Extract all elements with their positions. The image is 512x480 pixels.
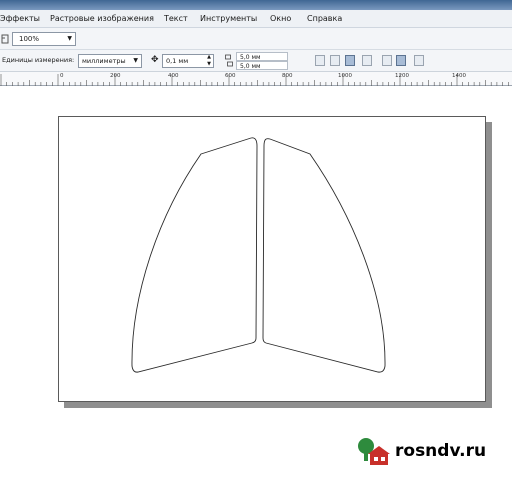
nudge-distance-value: 0,1 мм	[166, 57, 189, 65]
shapes-layer	[131, 137, 386, 373]
ruler-label: 400	[168, 73, 179, 79]
property-bar: Единицы измерения: миллиметры ▼ ✥ 0,1 мм…	[0, 50, 512, 72]
duplicate-distance-icon	[225, 54, 233, 67]
treat-as-filled-button[interactable]	[382, 55, 392, 66]
house-tree-logo-icon	[358, 438, 390, 465]
snap-objects-button[interactable]	[345, 55, 355, 66]
options-button[interactable]	[414, 55, 424, 66]
units-select[interactable]: миллиметры ▼	[78, 54, 142, 68]
duplicate-x-input[interactable]: 5,0 мм	[236, 52, 288, 61]
watermark-text: rosndv.ru	[395, 441, 487, 461]
menu-bitmaps[interactable]: Растровые изображения	[50, 13, 154, 25]
menu-window[interactable]: Окно	[270, 13, 291, 25]
zoom-level-select[interactable]: 100% ▼	[12, 32, 76, 46]
right-panel-shape[interactable]	[262, 138, 386, 373]
ruler-label: 1200	[395, 73, 409, 79]
menu-effects[interactable]: Эффекты	[0, 13, 40, 25]
drawing-canvas[interactable]	[0, 86, 512, 480]
left-panel-shape[interactable]	[131, 137, 258, 373]
ruler-label: 600	[225, 73, 236, 79]
spinner-icon[interactable]: ▲ ▼	[207, 54, 211, 68]
nudge-distance-input[interactable]: 0,1 мм ▲ ▼	[162, 54, 214, 68]
menu-text[interactable]: Текст	[164, 13, 188, 25]
zoom-level-value: 100%	[19, 35, 40, 43]
ruler-label: 1400	[452, 73, 466, 79]
draw-bounding-button[interactable]	[396, 55, 406, 66]
ruler-ticks	[0, 74, 509, 86]
snap-grid-button[interactable]	[315, 55, 325, 66]
duplicate-x-value: 5,0 мм	[240, 54, 261, 61]
ruler-label: 1000	[338, 73, 352, 79]
ruler-tool-icon[interactable]	[1, 34, 9, 44]
site-watermark: rosndv.ru	[355, 437, 505, 467]
snap-guidelines-button[interactable]	[330, 55, 340, 66]
chevron-down-icon: ▼	[133, 57, 138, 64]
ruler-label: 800	[282, 73, 293, 79]
ruler-label: 200	[110, 73, 121, 79]
units-value: миллиметры	[82, 57, 126, 65]
duplicate-y-input[interactable]: 5,0 мм	[236, 61, 288, 70]
menu-help[interactable]: Справка	[307, 13, 342, 25]
window-title-bar	[0, 0, 512, 10]
units-label: Единицы измерения:	[2, 56, 75, 64]
chevron-down-icon: ▼	[67, 35, 72, 42]
duplicate-y-value: 5,0 мм	[240, 63, 261, 70]
standard-toolbar: 100% ▼	[0, 28, 512, 50]
ruler-label: 0	[60, 73, 64, 79]
horizontal-ruler[interactable]: 0 200 400 600 800 1000 1200 1400	[0, 72, 512, 86]
nudge-icon: ✥	[151, 55, 159, 65]
dynamic-guides-button[interactable]	[362, 55, 372, 66]
menu-tools[interactable]: Инструменты	[200, 13, 257, 25]
menu-bar: Эффекты Растровые изображения Текст Инст…	[0, 10, 512, 28]
